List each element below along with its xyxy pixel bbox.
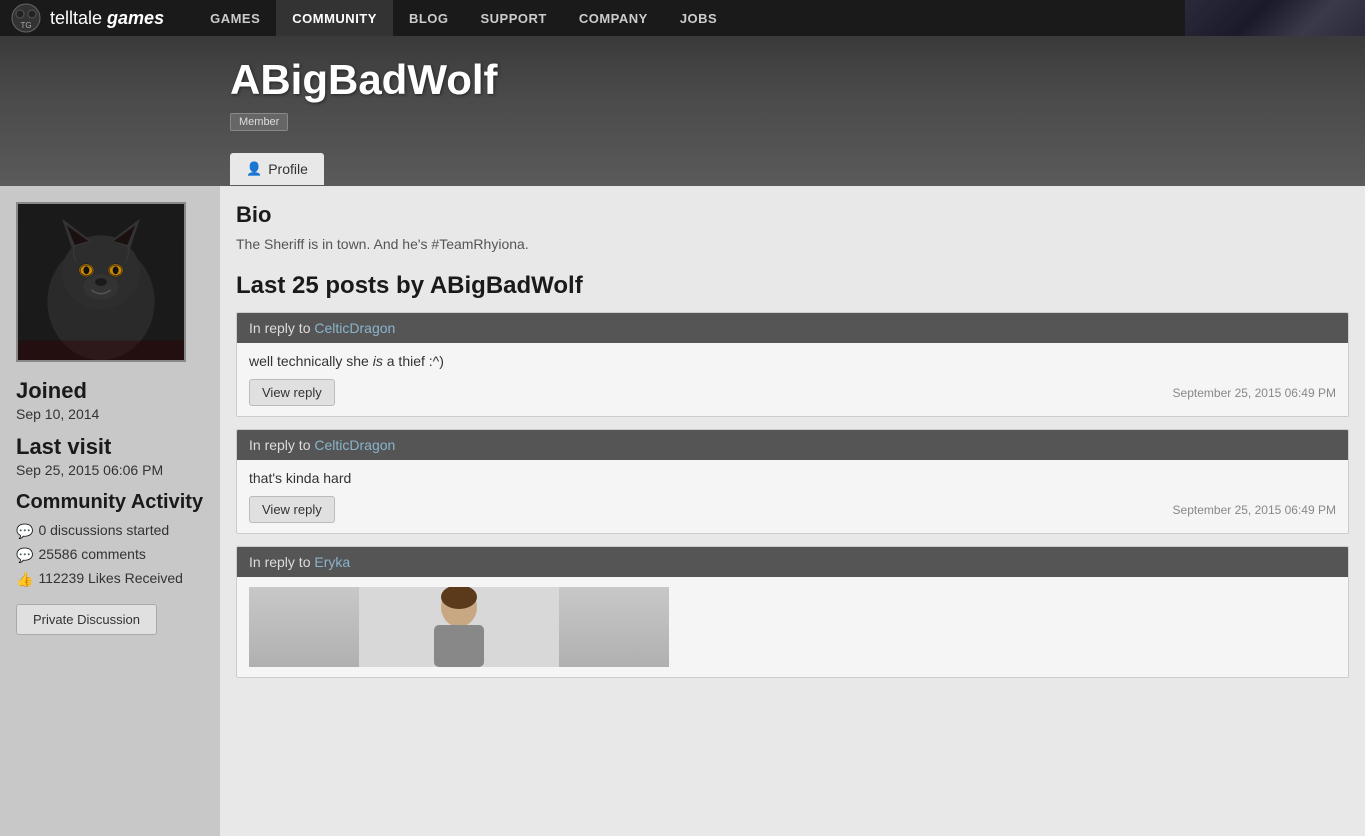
likes-received: 👍 112239 Likes Received [16, 570, 204, 588]
logo-icon: TG [10, 2, 42, 34]
profile-icon: 👤 [246, 161, 262, 177]
private-discussion-button[interactable]: Private Discussion [16, 604, 157, 635]
post-header-2: In reply to CelticDragon [237, 430, 1348, 460]
main-layout: Joined Sep 10, 2014 Last visit Sep 25, 2… [0, 186, 1365, 836]
bio-text: The Sheriff is in town. And he's #TeamRh… [236, 236, 1349, 252]
comments-count: 💬 25586 comments [16, 546, 204, 564]
nav-games[interactable]: GAMES [194, 0, 276, 36]
reply-to-user-2[interactable]: CelticDragon [314, 437, 395, 453]
post-header-3: In reply to Eryka [237, 547, 1348, 577]
nav-jobs[interactable]: JOBS [664, 0, 733, 36]
community-activity-title: Community Activity [16, 490, 204, 514]
nav-links: GAMES COMMUNITY BLOG SUPPORT COMPANY JOB… [194, 0, 1231, 36]
last-visit-date: Sep 25, 2015 06:06 PM [16, 462, 204, 478]
main-content: Bio The Sheriff is in town. And he's #Te… [220, 186, 1365, 836]
post-header-1: In reply to CelticDragon [237, 313, 1348, 343]
logo-text: telltale games [50, 8, 164, 29]
svg-text:TG: TG [20, 21, 31, 30]
joined-date: Sep 10, 2014 [16, 406, 204, 422]
post-image [249, 587, 669, 667]
post-card-3: In reply to Eryka [236, 546, 1349, 678]
nav-company[interactable]: COMPANY [563, 0, 664, 36]
post-text-1: well technically she is a thief :^) [249, 353, 1336, 369]
avatar-image [18, 204, 184, 360]
tab-profile[interactable]: 👤 Profile [230, 153, 324, 185]
likes-icon: 👍 [16, 571, 33, 588]
post-footer-1: View reply September 25, 2015 06:49 PM [249, 379, 1336, 406]
sidebar: Joined Sep 10, 2014 Last visit Sep 25, 2… [0, 186, 220, 836]
username-title: ABigBadWolf [230, 56, 1345, 104]
post-footer-2: View reply September 25, 2015 06:49 PM [249, 496, 1336, 523]
discussions-started: 💬 0 discussions started [16, 522, 204, 540]
nav-community[interactable]: COMMUNITY [276, 0, 393, 36]
member-badge: Member [230, 113, 288, 131]
post-body-3 [237, 577, 1348, 677]
person-silhouette [249, 587, 669, 667]
reply-to-user-3[interactable]: Eryka [314, 554, 350, 570]
bio-title: Bio [236, 202, 1349, 228]
joined-label: Joined [16, 378, 204, 404]
post-body-1: well technically she is a thief :^) View… [237, 343, 1348, 416]
last-visit-label: Last visit [16, 434, 204, 460]
in-reply-to-label-1: In reply to [249, 320, 314, 336]
nav-decorative-image [1185, 0, 1365, 36]
logo[interactable]: TG telltale games [10, 2, 164, 34]
in-reply-to-label-2: In reply to [249, 437, 314, 453]
view-reply-button-1[interactable]: View reply [249, 379, 335, 406]
reply-to-user-1[interactable]: CelticDragon [314, 320, 395, 336]
tab-profile-label: Profile [268, 161, 308, 177]
post-text-2: that's kinda hard [249, 470, 1336, 486]
profile-header: ABigBadWolf Member 👤 Profile [0, 36, 1365, 186]
top-navigation: TG telltale games GAMES COMMUNITY BLOG S… [0, 0, 1365, 36]
profile-tabs: 👤 Profile [230, 153, 1345, 185]
nav-blog[interactable]: BLOG [393, 0, 465, 36]
discussions-icon: 💬 [16, 523, 33, 540]
avatar [16, 202, 186, 362]
view-reply-button-2[interactable]: View reply [249, 496, 335, 523]
post-card-2: In reply to CelticDragon that's kinda ha… [236, 429, 1349, 534]
post-timestamp-1: September 25, 2015 06:49 PM [1173, 386, 1336, 400]
comments-icon: 💬 [16, 547, 33, 564]
posts-title: Last 25 posts by ABigBadWolf [236, 272, 1349, 300]
in-reply-to-label-3: In reply to [249, 554, 314, 570]
post-card: In reply to CelticDragon well technicall… [236, 312, 1349, 417]
post-timestamp-2: September 25, 2015 06:49 PM [1173, 503, 1336, 517]
nav-support[interactable]: SUPPORT [465, 0, 563, 36]
post-body-2: that's kinda hard View reply September 2… [237, 460, 1348, 533]
